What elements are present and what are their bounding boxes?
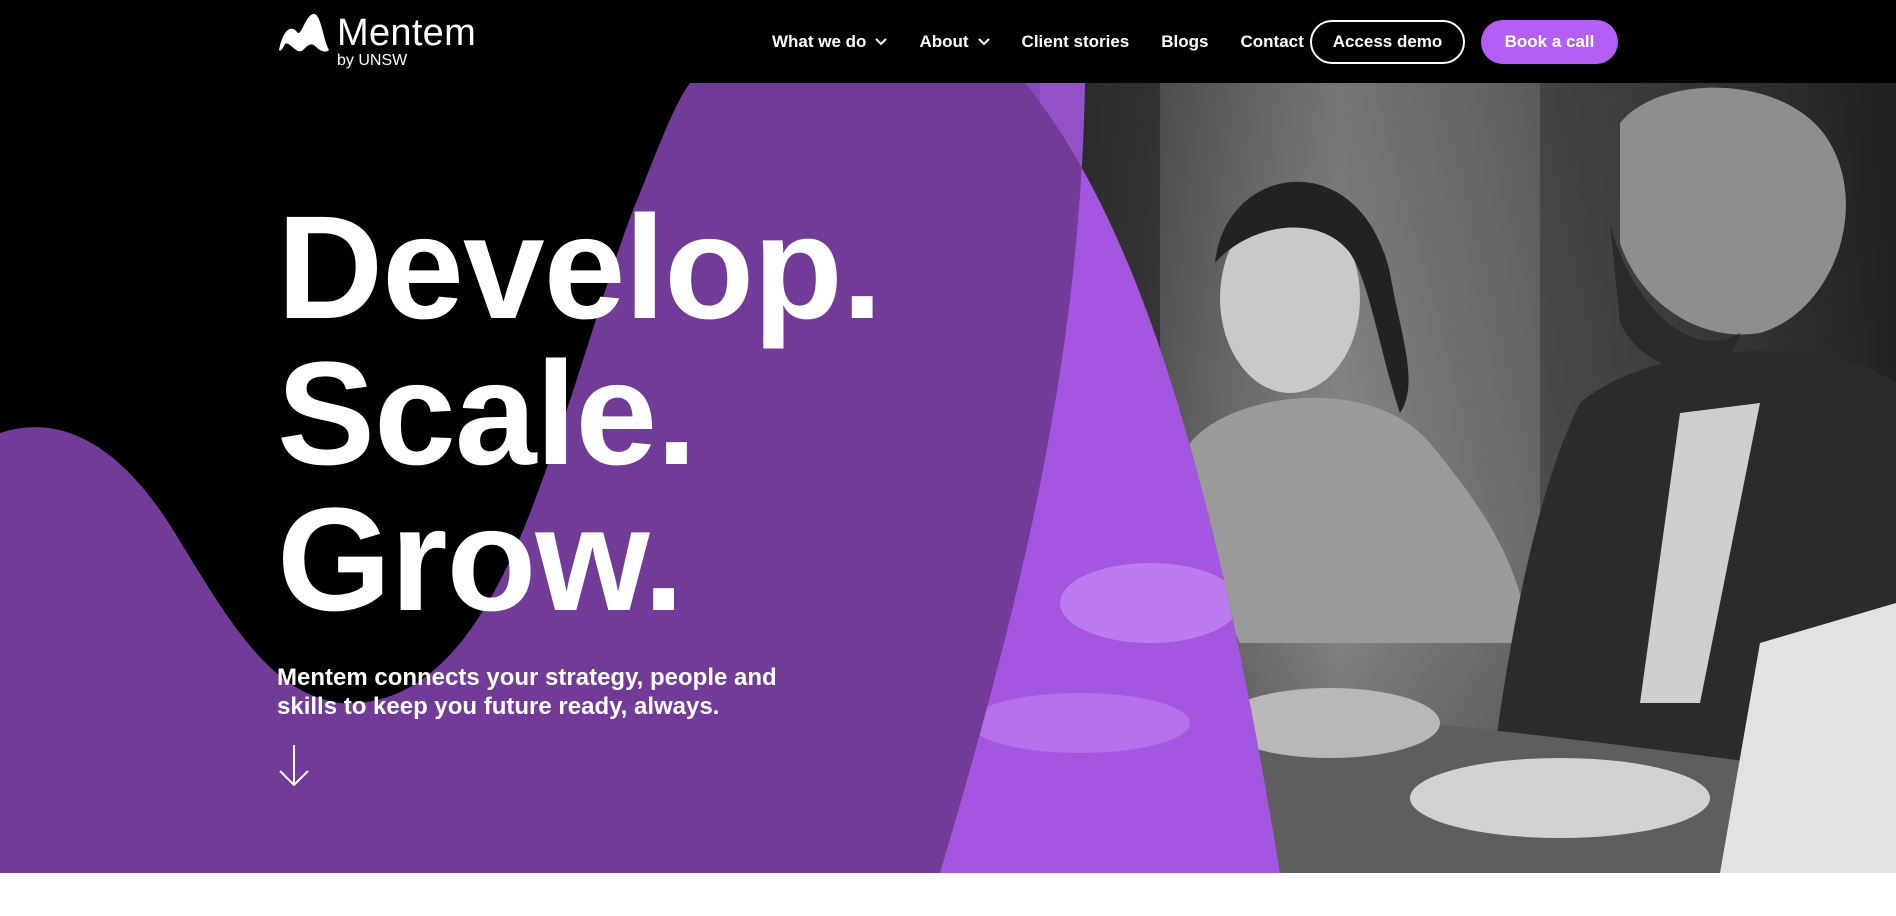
main-nav: What we do About Client stories Blogs Co… <box>772 0 1304 83</box>
hero-headline: Develop. Scale. Grow. <box>277 186 883 642</box>
nav-item-label: Blogs <box>1161 31 1209 51</box>
brand-wordmark: Mentem by UNSW <box>337 8 476 69</box>
book-call-button[interactable]: Book a call <box>1481 20 1618 64</box>
top-navigation-bar: Mentem by UNSW What we do About Client s… <box>0 0 1896 83</box>
headline-line: Develop. <box>277 186 883 350</box>
mentem-wave-icon <box>279 13 329 52</box>
nav-item-client-stories[interactable]: Client stories <box>1022 32 1130 52</box>
nav-item-what-we-do[interactable]: What we do <box>772 31 888 52</box>
hero-section: Develop. Scale. Grow. Mentem connects yo… <box>0 83 1896 873</box>
nav-item-label: What we do <box>772 31 867 51</box>
access-demo-button[interactable]: Access demo <box>1310 20 1465 64</box>
nav-item-about[interactable]: About <box>919 31 990 52</box>
nav-item-label: Contact <box>1240 31 1304 51</box>
chevron-down-icon <box>977 37 990 45</box>
nav-item-contact[interactable]: Contact <box>1240 32 1303 52</box>
arrow-down-icon[interactable] <box>277 743 311 789</box>
brand-name: Mentem <box>337 12 477 54</box>
chevron-down-icon <box>875 37 888 45</box>
brand-logo[interactable]: Mentem by UNSW <box>277 8 476 70</box>
hero-subtext: Mentem connects your strategy, people an… <box>277 664 777 720</box>
nav-item-blogs[interactable]: Blogs <box>1161 32 1208 52</box>
brand-sub: by UNSW <box>337 52 408 69</box>
nav-item-label: Client stories <box>1021 31 1130 51</box>
nav-item-label: About <box>919 31 969 51</box>
headline-line: Scale. <box>277 332 697 496</box>
headline-line: Grow. <box>277 478 684 642</box>
below-fold-area <box>0 873 1896 916</box>
